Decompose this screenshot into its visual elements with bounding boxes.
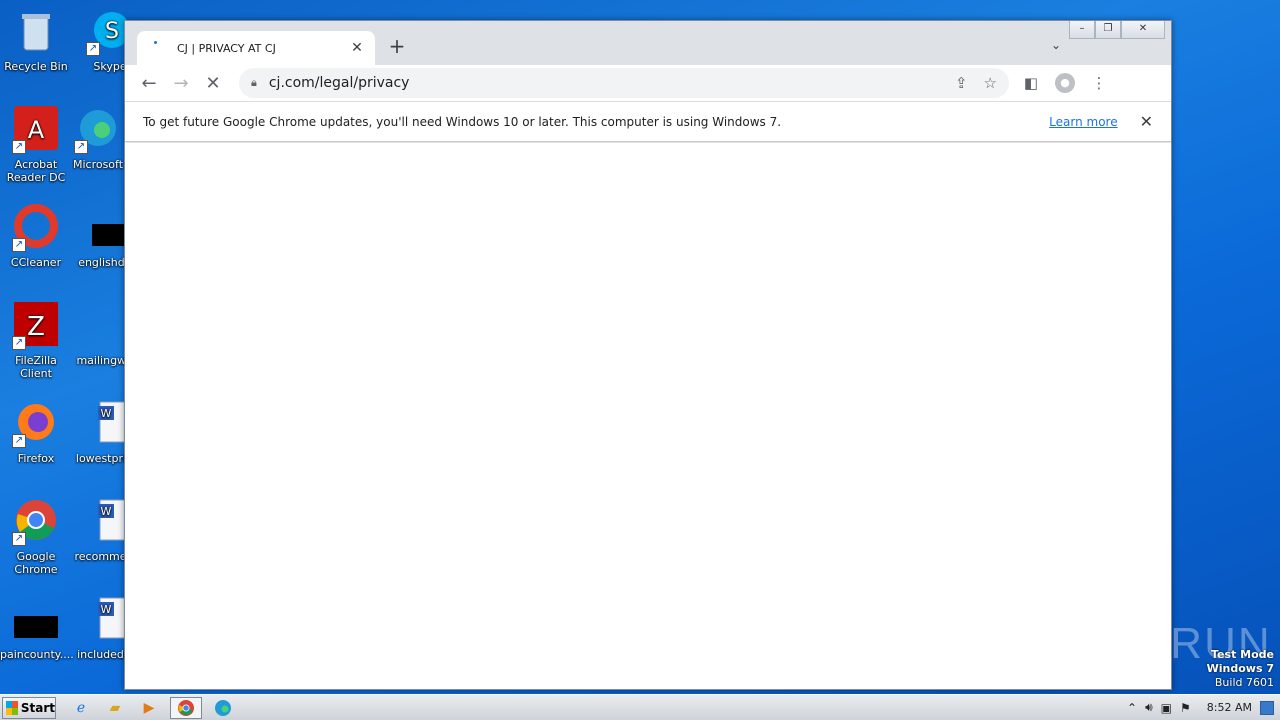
forward-arrow-icon[interactable]: → xyxy=(165,73,197,94)
shortcut-arrow-icon: ↗ xyxy=(12,532,26,546)
clock[interactable]: 8:52 AM xyxy=(1207,701,1252,714)
loading-favicon-icon xyxy=(147,40,163,56)
infobar-message: To get future Google Chrome updates, you… xyxy=(143,114,782,129)
taskbar-pinned: ℯ ▰ ▶ xyxy=(68,696,236,719)
blank-file-icon xyxy=(82,204,130,252)
show-desktop-button[interactable] xyxy=(1260,700,1274,715)
desktop-icon-filezilla[interactable]: Z ↗ FileZilla Client xyxy=(0,302,72,380)
chrome-taskbar-icon[interactable] xyxy=(170,696,202,719)
shortcut-arrow-icon: ↗ xyxy=(12,238,26,252)
side-panel-icon[interactable]: ◧ xyxy=(1021,74,1041,92)
start-button[interactable]: Start xyxy=(2,696,56,719)
recycle-bin-icon xyxy=(12,8,60,56)
desktop-icon-label: paincounty.... xyxy=(0,648,74,661)
desktop-icon-label: FileZilla Client xyxy=(15,354,57,380)
acrobat-icon: A ↗ xyxy=(12,106,60,154)
svg-text:S: S xyxy=(105,19,119,44)
page-content xyxy=(125,143,1171,689)
svg-text:W: W xyxy=(101,407,112,420)
desktop-icon-label: Recycle Bin xyxy=(4,60,68,73)
tab-title: CJ | PRIVACY AT CJ xyxy=(177,41,276,55)
windows-logo-icon xyxy=(6,700,18,715)
shortcut-arrow-icon: ↗ xyxy=(86,42,100,56)
taskbar: Start ℯ ▰ ▶ ⌃ 🔊︎ ▣ ⚑ 8:52 AM xyxy=(0,694,1280,720)
back-arrow-icon[interactable]: ← xyxy=(133,73,165,94)
address-bar[interactable]: 🔒︎ cj.com/legal/privacy ⇪ ☆ xyxy=(239,68,1009,98)
ie-icon[interactable]: ℯ xyxy=(68,697,94,719)
shortcut-arrow-icon: ↗ xyxy=(74,140,88,154)
system-tray: ⌃ 🔊︎ ▣ ⚑ 8:52 AM xyxy=(1127,700,1280,715)
chrome-window: CJ | PRIVACY AT CJ ✕ + ⌄ – ❐ ✕ ← → ✕ 🔒︎ … xyxy=(124,20,1172,690)
svg-text:W: W xyxy=(101,505,112,518)
browser-toolbar: ← → ✕ 🔒︎ cj.com/legal/privacy ⇪ ☆ ◧ ● ⋮ xyxy=(125,65,1171,101)
lock-icon[interactable]: 🔒︎ xyxy=(251,76,257,90)
window-controls: – ❐ ✕ xyxy=(1069,21,1165,39)
test-mode-line2: Windows 7 xyxy=(1206,662,1274,675)
svg-text:W: W xyxy=(101,603,112,616)
desktop-icon-ccleaner[interactable]: ↗ CCleaner xyxy=(0,204,72,269)
share-icon[interactable]: ⇪ xyxy=(955,74,968,92)
ccleaner-icon: ↗ xyxy=(12,204,60,252)
edge-icon: ↗ xyxy=(74,106,122,154)
shortcut-arrow-icon: ↗ xyxy=(12,434,26,448)
blank-file-icon xyxy=(12,596,60,644)
chrome-icon: ↗ xyxy=(12,498,60,546)
desktop-icon-paincounty[interactable]: paincounty.... xyxy=(0,596,74,661)
bookmark-star-icon[interactable]: ☆ xyxy=(984,74,997,92)
update-infobar: To get future Google Chrome updates, you… xyxy=(125,101,1171,142)
desktop-icon-recycle-bin[interactable]: Recycle Bin xyxy=(0,8,72,73)
explorer-folder-icon[interactable]: ▰ xyxy=(102,697,128,719)
svg-text:Z: Z xyxy=(27,312,45,342)
svg-text:A: A xyxy=(28,116,45,144)
network-icon[interactable]: ▣ xyxy=(1161,701,1172,715)
tab-close-icon[interactable]: ✕ xyxy=(349,40,365,56)
desktop-icon-label: CCleaner xyxy=(10,256,62,269)
tab-active[interactable]: CJ | PRIVACY AT CJ ✕ xyxy=(137,31,375,65)
word-doc-icon: W xyxy=(80,400,128,448)
desktop-icon-label: Firefox xyxy=(17,452,55,465)
firefox-icon: ↗ xyxy=(12,400,60,448)
url-text[interactable]: cj.com/legal/privacy xyxy=(269,75,939,91)
stop-loading-icon[interactable]: ✕ xyxy=(197,73,229,94)
menu-kebab-icon[interactable]: ⋮ xyxy=(1089,74,1109,92)
desktop-icon-firefox[interactable]: ↗ Firefox xyxy=(0,400,72,465)
close-window-button[interactable]: ✕ xyxy=(1121,21,1165,39)
blank-file-icon xyxy=(82,302,130,350)
restore-button[interactable]: ❐ xyxy=(1095,21,1121,39)
shortcut-arrow-icon: ↗ xyxy=(12,336,26,350)
desktop-icon-chrome[interactable]: ↗ Google Chrome xyxy=(0,498,72,576)
desktop-icon-label: Google Chrome xyxy=(14,550,58,576)
new-tab-button[interactable]: + xyxy=(387,35,407,57)
chrome-titlebar: CJ | PRIVACY AT CJ ✕ + ⌄ – ❐ ✕ xyxy=(125,21,1171,65)
test-mode-line3: Build 7601 xyxy=(1214,676,1274,689)
tray-expand-icon[interactable]: ⌃ xyxy=(1127,701,1137,715)
start-label: Start xyxy=(20,700,55,715)
toolbar-right: ◧ ● ⋮ xyxy=(1021,73,1109,93)
word-doc-icon: W xyxy=(80,498,128,546)
test-mode-notice: Test Mode Windows 7 Build 7601 xyxy=(1207,648,1274,690)
edge-taskbar-icon[interactable] xyxy=(210,697,236,719)
action-center-flag-icon[interactable]: ⚑ xyxy=(1180,701,1191,715)
learn-more-link[interactable]: Learn more xyxy=(1049,115,1117,129)
minimize-button[interactable]: – xyxy=(1069,21,1095,39)
tab-search-chevron-icon[interactable]: ⌄ xyxy=(1051,38,1061,52)
word-doc-icon: W xyxy=(80,596,128,644)
profile-avatar-icon[interactable]: ● xyxy=(1055,73,1075,93)
filezilla-icon: Z ↗ xyxy=(12,302,60,350)
infobar-close-icon[interactable]: ✕ xyxy=(1140,112,1153,131)
media-player-icon[interactable]: ▶ xyxy=(136,697,162,719)
test-mode-line1: Test Mode xyxy=(1211,648,1274,661)
volume-icon[interactable]: 🔊︎ xyxy=(1145,700,1153,715)
shortcut-arrow-icon: ↗ xyxy=(12,140,26,154)
